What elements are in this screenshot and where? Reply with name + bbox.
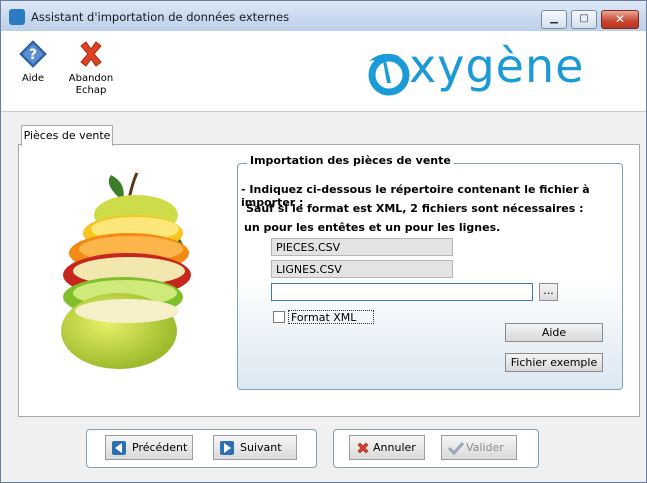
minimize-button[interactable]: ▁: [541, 10, 567, 29]
window-title: Assistant d'importation de données exter…: [31, 10, 290, 24]
help-tool-button[interactable]: ? Aide: [13, 39, 53, 85]
abandon-tool-label-2: Echap: [75, 85, 107, 96]
next-button[interactable]: Suivant: [213, 435, 297, 460]
import-wizard-window: Assistant d'importation de données exter…: [0, 0, 647, 483]
validate-button[interactable]: Valider: [441, 435, 517, 460]
cancel-x-icon: [357, 442, 369, 454]
cancel-button[interactable]: Annuler: [349, 435, 425, 460]
oxygene-logo: xygène: [361, 39, 631, 97]
toolbar: ? Aide Abandon Echap xygène: [1, 31, 646, 112]
tab-pieces-de-vente[interactable]: Pièces de vente: [21, 125, 113, 146]
import-group-title: Importation des pièces de vente: [247, 154, 454, 167]
instruction-line-2: Sauf si le format est XML, 2 fichiers so…: [246, 202, 584, 215]
help-button[interactable]: Aide: [505, 323, 603, 342]
title-bar[interactable]: Assistant d'importation de données exter…: [1, 1, 646, 32]
svg-text:?: ?: [29, 47, 37, 63]
example-file-button[interactable]: Fichier exemple: [505, 353, 603, 372]
previous-button[interactable]: Précédent: [105, 435, 193, 460]
next-label: Suivant: [240, 441, 282, 454]
abandon-x-icon: [80, 41, 102, 67]
close-icon: ✕: [614, 12, 626, 26]
minimize-icon: ▁: [550, 13, 558, 24]
browse-button[interactable]: ...: [539, 283, 558, 301]
checkmark-icon: [448, 441, 464, 455]
abandon-tool-label-1: Abandon: [68, 73, 114, 84]
help-icon: ?: [19, 40, 47, 68]
maximize-icon: □: [579, 13, 589, 24]
arrow-right-icon: [220, 441, 234, 455]
close-button[interactable]: ✕: [601, 10, 639, 29]
app-icon: [9, 9, 25, 25]
previous-label: Précédent: [132, 441, 188, 454]
arrow-left-icon: [112, 441, 126, 455]
abandon-tool-button[interactable]: Abandon Echap: [65, 39, 117, 97]
xml-format-checkbox[interactable]: [273, 311, 285, 323]
cancel-label: Annuler: [373, 441, 416, 454]
help-tool-label: Aide: [21, 73, 45, 84]
lines-file-field: LIGNES.CSV: [271, 260, 453, 278]
maximize-button[interactable]: □: [571, 10, 597, 29]
fruit-illustration: [61, 172, 191, 369]
logo-text: xygène: [409, 39, 585, 93]
validate-label: Valider: [466, 441, 504, 454]
directory-input[interactable]: [271, 283, 533, 301]
header-file-field: PIECES.CSV: [271, 238, 453, 256]
instruction-line-3: un pour les entêtes et un pour les ligne…: [244, 221, 501, 234]
xml-format-label[interactable]: Format XML: [288, 310, 374, 324]
